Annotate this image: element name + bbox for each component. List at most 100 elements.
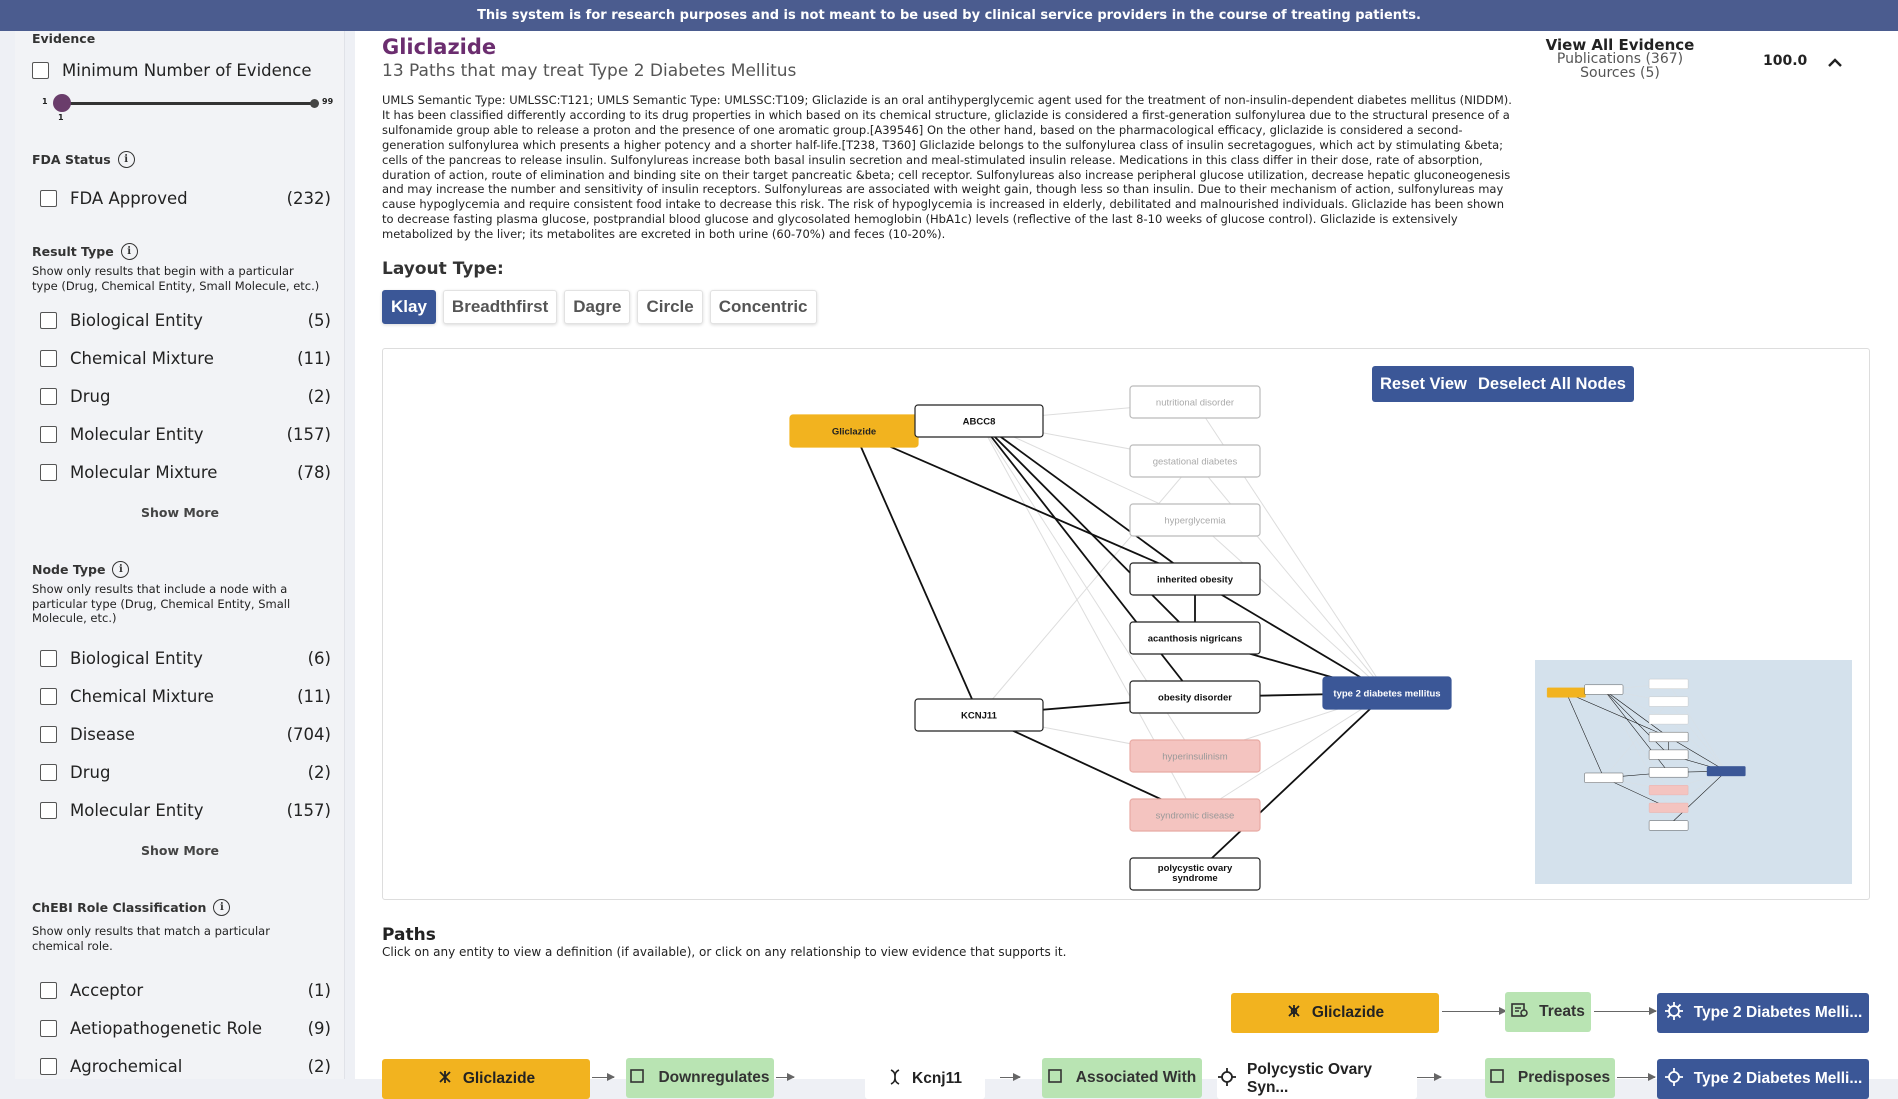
info-icon[interactable]: i xyxy=(117,151,135,168)
graph-node-gestational[interactable]: gestational diabetes xyxy=(1129,444,1261,478)
slider-track[interactable] xyxy=(59,102,317,105)
filter-option[interactable]: Disease (704) xyxy=(40,723,331,745)
path-node-gliclazide[interactable]: Gliclazide xyxy=(1231,993,1439,1033)
result-title[interactable]: Gliclazide xyxy=(382,35,496,59)
graph-node-nutritional[interactable]: nutritional disorder xyxy=(1129,385,1261,419)
info-icon[interactable]: i xyxy=(120,243,138,260)
graph-edge-faint[interactable] xyxy=(1668,719,1727,772)
graph-edge[interactable] xyxy=(853,430,980,716)
checkbox[interactable] xyxy=(40,1057,57,1075)
sources-count: Sources (5) xyxy=(1580,65,1660,81)
layout-option-circle[interactable]: Circle xyxy=(637,290,703,324)
result-subtitle: 13 Paths that may treat Type 2 Diabetes … xyxy=(382,61,797,81)
layout-option-concentric[interactable]: Concentric xyxy=(709,290,817,324)
graph-edge[interactable] xyxy=(1194,692,1388,875)
graph-node-pcos[interactable] xyxy=(1648,820,1689,831)
slider-min-label: 1 xyxy=(42,97,48,106)
layout-option-klay[interactable]: Klay xyxy=(382,290,436,324)
path-arrow xyxy=(776,1073,795,1081)
filter-option[interactable]: Biological Entity (6) xyxy=(40,647,331,669)
graph-edge[interactable] xyxy=(1668,771,1727,826)
graph-node-obesitydis[interactable] xyxy=(1648,767,1689,778)
graph-node-pcos[interactable]: polycystic ovary syndrome xyxy=(1129,857,1261,891)
min-evidence-toggle[interactable]: Minimum Number of Evidence xyxy=(32,59,323,81)
checkbox[interactable] xyxy=(40,687,57,705)
checkbox[interactable] xyxy=(40,463,57,481)
checkbox[interactable] xyxy=(40,801,57,819)
filter-option[interactable]: Drug (2) xyxy=(40,385,331,407)
graph-node-hyperglycemia[interactable]: hyperglycemia xyxy=(1129,503,1261,537)
path-node-gliclazide[interactable]: Gliclazide xyxy=(382,1059,590,1099)
graph-view[interactable]: Gliclazide ABCC8 KCNJ11 nutritional disorde… xyxy=(382,348,1870,900)
path-arrow xyxy=(1617,1073,1656,1081)
graph-node-hyperins[interactable]: hyperinsulinism xyxy=(1129,739,1261,773)
graph-node-t2dm[interactable]: type 2 diabetes mellitus xyxy=(1322,676,1452,710)
graph-node-abcc8[interactable] xyxy=(1584,684,1624,695)
path-node-pcos[interactable]: Polycystic Ovary Syn... xyxy=(1217,1059,1417,1099)
graph-node-t2dm[interactable] xyxy=(1706,766,1746,777)
graph-node-syndromic[interactable]: syndromic disease xyxy=(1129,798,1261,832)
info-icon[interactable]: i xyxy=(213,899,231,916)
path-node-kcnj11[interactable]: Kcnj11 xyxy=(865,1059,985,1099)
checkbox[interactable] xyxy=(40,349,57,367)
evidence-summary[interactable]: View All Evidence Publications (367) Sou… xyxy=(1540,38,1700,81)
chevron-up-icon[interactable] xyxy=(1827,50,1843,74)
checkbox[interactable] xyxy=(40,981,57,999)
graph-node-acanthosis[interactable] xyxy=(1648,749,1689,760)
graph-node-obesity[interactable] xyxy=(1648,732,1689,742)
filter-option[interactable]: Chemical Mixture (11) xyxy=(40,685,331,707)
filter-option[interactable]: Drug (2) xyxy=(40,761,331,783)
checkbox[interactable] xyxy=(40,425,57,443)
gene-icon xyxy=(888,1068,902,1090)
graph-node-syndromic[interactable] xyxy=(1648,802,1689,813)
filter-option[interactable]: Biological Entity (5) xyxy=(40,309,331,331)
graph-node-nutritional[interactable] xyxy=(1648,678,1689,689)
graph-node-acanthosis[interactable]: acanthosis nigricans xyxy=(1129,621,1261,655)
layout-option-dagre[interactable]: Dagre xyxy=(564,290,631,324)
graph-node-obesitydis[interactable]: obesity disorder xyxy=(1129,680,1261,714)
checkbox[interactable] xyxy=(40,725,57,743)
result-type-show-more[interactable]: Show More xyxy=(15,505,344,520)
slider-handle[interactable] xyxy=(53,94,71,112)
path-relationship-treats[interactable]: Treats xyxy=(1505,992,1591,1032)
checkbox[interactable] xyxy=(40,1019,57,1037)
filter-option[interactable]: Molecular Mixture (78) xyxy=(40,461,331,483)
path-node-t2dm[interactable]: Type 2 Diabetes Melli... xyxy=(1657,993,1869,1033)
filter-option[interactable]: FDA Approved (232) xyxy=(40,187,331,209)
graph-node-gestational[interactable] xyxy=(1648,696,1689,707)
checkbox[interactable] xyxy=(40,387,57,405)
layout-option-breadthfirst[interactable]: Breadthfirst xyxy=(442,290,558,324)
publications-count: Publications (367) xyxy=(1556,51,1684,67)
graph-node-abcc8[interactable]: ABCC8 xyxy=(914,404,1044,438)
checkbox[interactable] xyxy=(40,189,57,207)
reset-view-button[interactable]: Reset View xyxy=(1372,366,1475,402)
graph-edge[interactable] xyxy=(1566,692,1605,778)
graph-node-gliclazide[interactable] xyxy=(1546,687,1586,698)
path-relationship-downregulates[interactable]: Downregulates xyxy=(626,1058,774,1098)
filter-option[interactable]: Acceptor (1) xyxy=(40,979,331,1001)
path-relationship-associated-with[interactable]: Associated With xyxy=(1042,1058,1202,1098)
graph-edge-faint[interactable] xyxy=(1194,519,1388,694)
graph-node-hyperglycemia[interactable] xyxy=(1648,714,1689,725)
graph-node-kcnj11[interactable]: KCNJ11 xyxy=(914,698,1044,732)
path-node-t2dm[interactable]: Type 2 Diabetes Melli... xyxy=(1657,1059,1869,1099)
filter-option[interactable]: Molecular Entity (157) xyxy=(40,423,331,445)
graph-minimap[interactable] xyxy=(1535,660,1852,884)
graph-node-gliclazide[interactable]: Gliclazide xyxy=(789,414,919,448)
filter-option[interactable]: Chemical Mixture (11) xyxy=(40,347,331,369)
filter-option[interactable]: Aetiopathogenetic Role (9) xyxy=(40,1017,331,1039)
node-type-show-more[interactable]: Show More xyxy=(15,843,344,858)
checkbox[interactable] xyxy=(40,649,57,667)
graph-node-kcnj11[interactable] xyxy=(1584,772,1624,783)
deselect-all-nodes-button[interactable]: Deselect All Nodes xyxy=(1470,366,1634,402)
view-all-evidence-link[interactable]: View All Evidence xyxy=(1540,38,1700,53)
checkbox[interactable] xyxy=(40,763,57,781)
graph-node-hyperins[interactable] xyxy=(1648,785,1689,796)
checkbox[interactable] xyxy=(40,311,57,329)
min-evidence-checkbox[interactable] xyxy=(32,61,49,79)
graph-node-obesity[interactable]: inherited obesity xyxy=(1129,562,1261,596)
filter-option[interactable]: Agrochemical (2) xyxy=(40,1055,331,1077)
path-relationship-predisposes[interactable]: Predisposes xyxy=(1485,1058,1615,1098)
info-icon[interactable]: i xyxy=(112,561,130,578)
filter-option[interactable]: Molecular Entity (157) xyxy=(40,799,331,821)
